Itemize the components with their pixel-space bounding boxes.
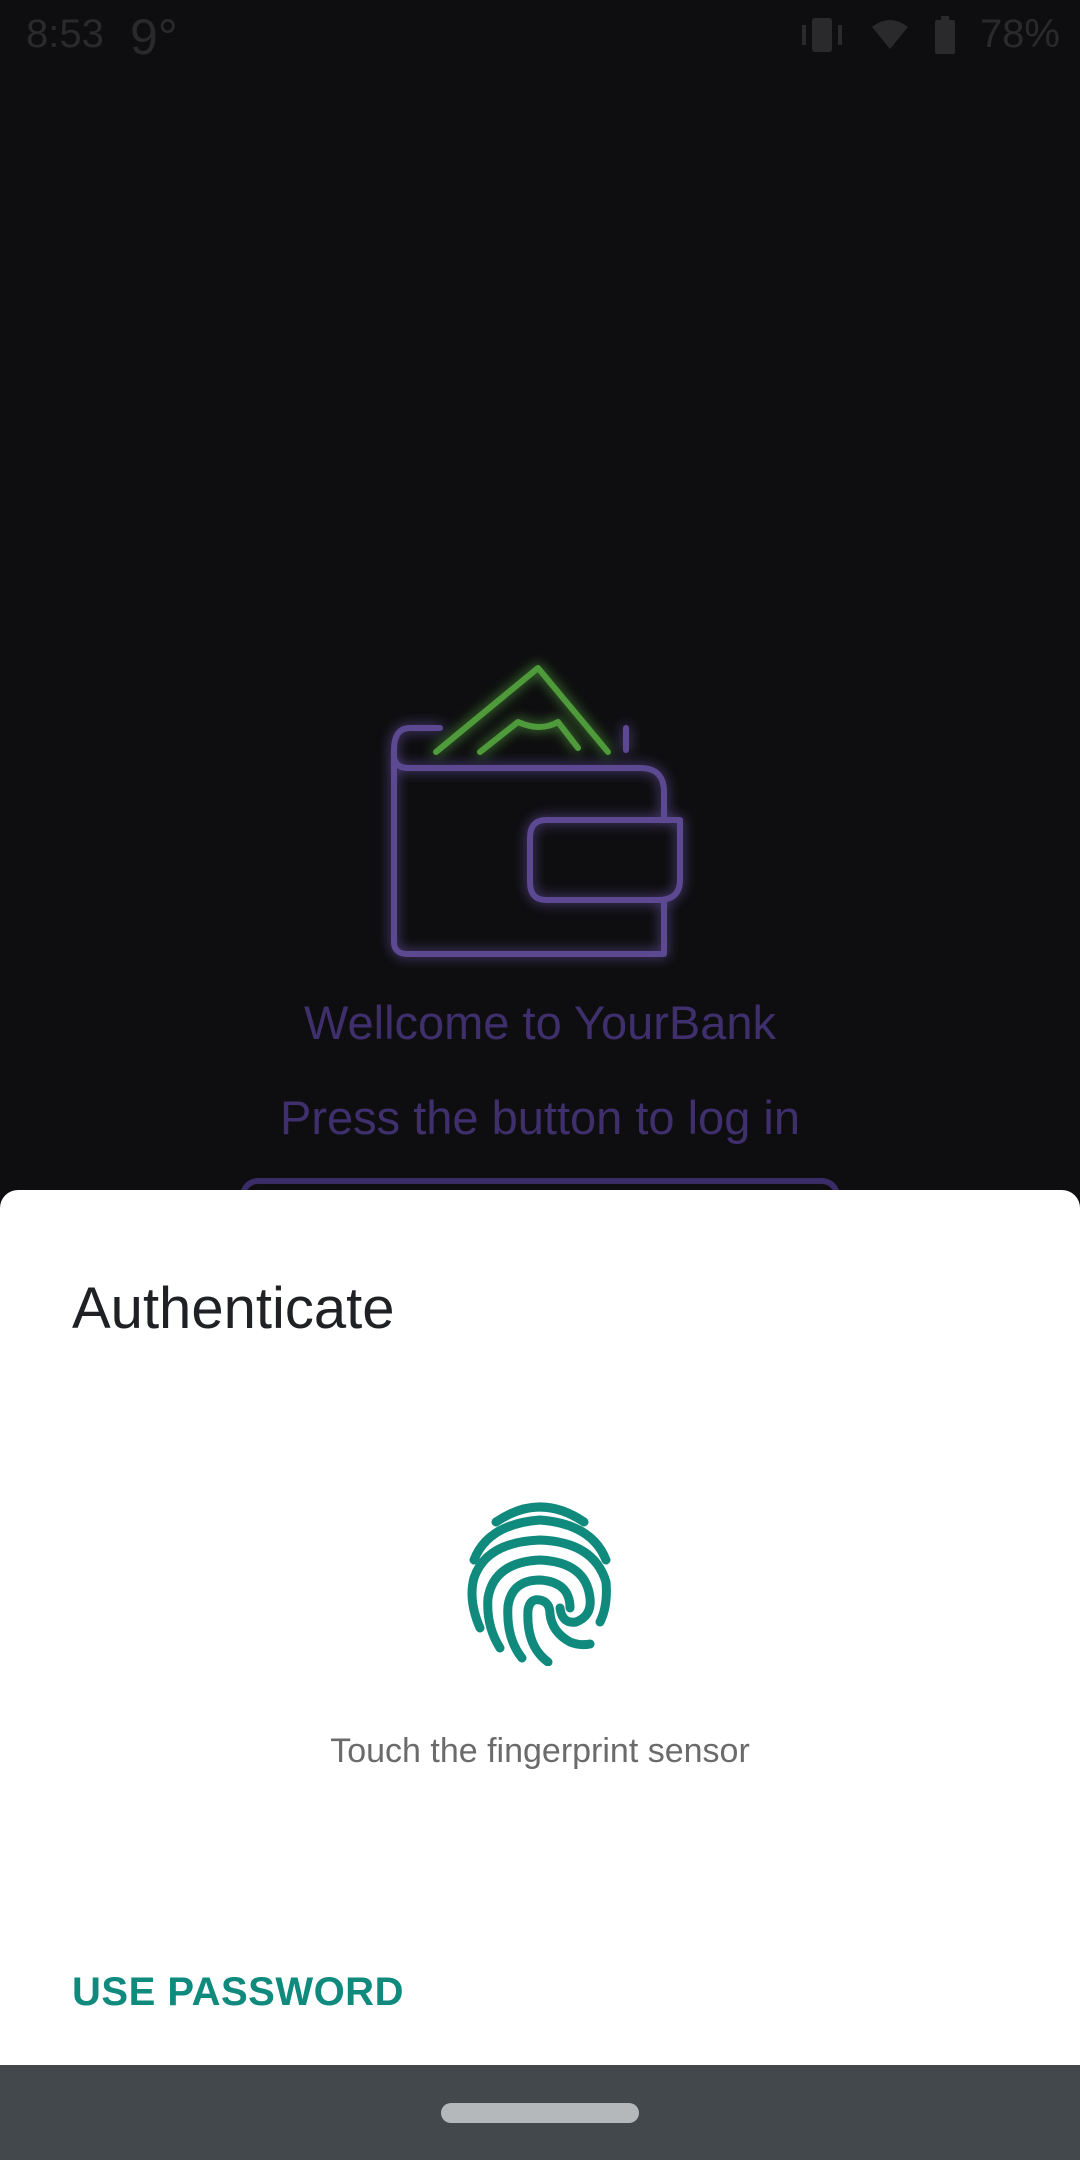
- navigation-bar: [0, 2065, 1080, 2160]
- status-bar: 8:53 9° 78%: [0, 0, 1080, 72]
- status-temperature: 9°: [130, 9, 178, 65]
- home-gesture-handle[interactable]: [441, 2103, 639, 2123]
- auth-title: Authenticate: [72, 1276, 395, 1341]
- battery-percent: 78%: [979, 12, 1060, 56]
- status-icons: 78%: [798, 12, 1060, 57]
- auth-sheet: Authenticate Touch the fingerprint senso…: [0, 1190, 1080, 2065]
- instruction-text: Press the button to log in: [280, 1091, 800, 1144]
- vibrate-icon: [798, 15, 846, 55]
- use-password-button[interactable]: USE PASSWORD: [72, 1970, 404, 2015]
- wallet-icon: [380, 650, 700, 970]
- fingerprint-icon: [466, 1498, 614, 1667]
- wifi-icon: [870, 17, 910, 53]
- welcome-text: Wellcome to YourBank: [303, 996, 777, 1049]
- fingerprint-hint: Touch the fingerprint sensor: [330, 1732, 750, 1770]
- screen: 8:53 9° 78% Wellcome to YourBank Press t…: [0, 0, 1080, 2160]
- battery-icon: [934, 15, 956, 54]
- status-time: 8:53: [26, 12, 104, 56]
